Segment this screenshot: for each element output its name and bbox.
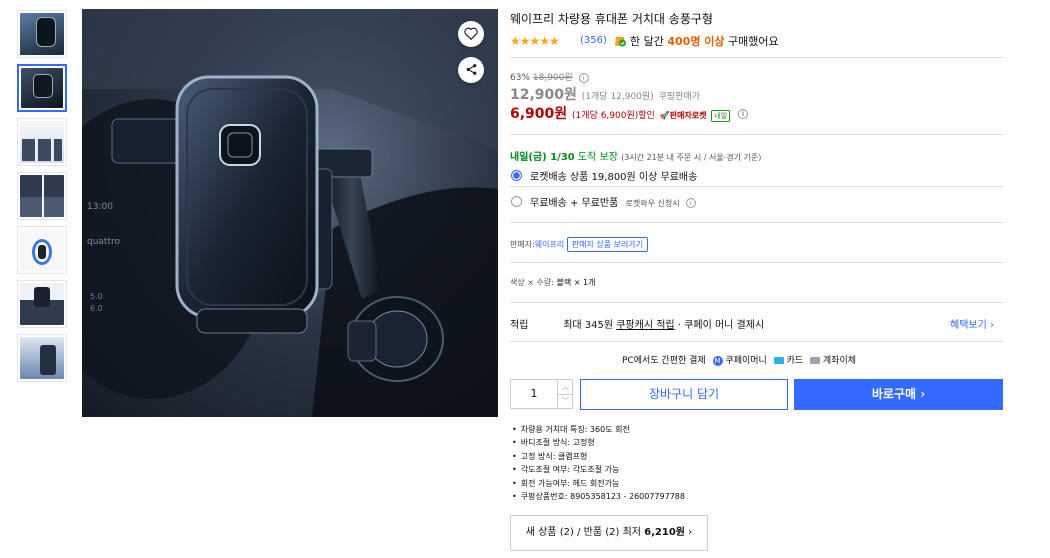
- coupang-cash-link[interactable]: 쿠팡캐시 적립: [616, 320, 674, 331]
- svg-text:13:00: 13:00: [87, 202, 113, 212]
- coupang-price: 12,900원: [510, 87, 577, 103]
- shipping-option-rocket[interactable]: 로켓배송 상품 19,800원 이상 무료배송: [530, 168, 697, 183]
- chevron-right-icon: ›: [920, 387, 926, 401]
- share-button[interactable]: [458, 57, 484, 83]
- chevron-right-icon: ›: [688, 527, 693, 538]
- spec-item: 각도조절 여부: 각도조절 가능: [512, 463, 685, 476]
- add-to-cart-button[interactable]: 장바구니 담기: [580, 379, 788, 410]
- bank-transfer-icon: [810, 357, 821, 364]
- shipping-option-rocket-radio[interactable]: [511, 170, 522, 181]
- spec-item: 회전 가능여부: 헤드 회전가능: [512, 477, 685, 490]
- thumbnail-5[interactable]: [17, 226, 67, 274]
- payment-methods: PC에서도 간편한 결제 M 쿠페이머니 카드 계좌이체: [622, 355, 857, 366]
- coupang-price-line: 12,900원 (1개당 12,900원) 쿠팡판매가: [510, 87, 701, 103]
- heart-icon: [464, 25, 478, 44]
- popular-badge-icon: [613, 33, 627, 47]
- svg-text:5.0: 5.0: [90, 292, 103, 301]
- main-product-image: 13:00 quattro 5.0 6.0: [82, 9, 498, 417]
- info-icon[interactable]: i: [685, 198, 696, 208]
- spec-item: 고정 방식: 클램프형: [512, 450, 685, 463]
- buy-now-button[interactable]: 바로구매 ›: [794, 379, 1003, 410]
- phone-holder-illustration: 13:00 quattro 5.0 6.0: [82, 9, 498, 417]
- info-icon[interactable]: i: [578, 72, 589, 83]
- share-icon: [465, 61, 478, 80]
- original-price: 18,900원: [532, 73, 573, 83]
- discount-rate: 63%: [510, 73, 531, 83]
- divider: [510, 262, 1003, 263]
- svg-text:quattro: quattro: [87, 237, 120, 247]
- divider: [510, 341, 1003, 342]
- spec-item: 쿠팡상품번호: 8905358123 - 26007797788: [512, 490, 685, 503]
- divider: [510, 302, 1003, 303]
- rocket-icon: 🚀: [659, 111, 670, 120]
- rocket-label: 판매자로켓: [669, 111, 707, 120]
- discount-price: 6,900원: [510, 106, 568, 122]
- benefit-button[interactable]: 혜택보기 ›: [950, 316, 994, 331]
- shipping-option-free-radio[interactable]: [511, 196, 522, 207]
- product-title: 웨이프리 차량용 휴대폰 거치대 송풍구형: [510, 12, 713, 26]
- wishlist-button[interactable]: [458, 21, 484, 47]
- divider: [510, 222, 1003, 223]
- arrival-date: 내일(금) 1/30: [510, 152, 575, 163]
- divider: [510, 186, 1003, 187]
- thumbnail-7[interactable]: [17, 334, 67, 382]
- thumbnail-6[interactable]: [17, 280, 67, 328]
- quantity-decrease-button[interactable]: ﹀: [557, 394, 573, 408]
- seller-info: 판매자:웨이프리 판매자 상품 보러가기: [510, 237, 649, 252]
- product-specs: 차량용 거치대 특징: 360도 회전 바디조절 방식: 고정형 고정 방식: …: [512, 423, 685, 503]
- divider: [510, 57, 1003, 58]
- info-icon[interactable]: i: [738, 109, 749, 119]
- quantity-input[interactable]: 1: [510, 379, 558, 409]
- svg-text:6.0: 6.0: [90, 304, 103, 313]
- spec-item: 바디조절 방식: 고정형: [512, 436, 685, 449]
- delivery-guide: (3시간 21분 내 주문 시 / 서울⋅경기 기준): [621, 153, 762, 162]
- monthly-purchases: 한 달간 400명 이상 구매했어요: [630, 35, 779, 48]
- thumbnail-4[interactable]: [17, 172, 67, 220]
- shipping-option-free[interactable]: 무료배송 + 무료반품 로켓와우 신청시 i: [530, 194, 696, 209]
- card-icon: [773, 357, 784, 364]
- thumbnail-3[interactable]: [17, 118, 67, 166]
- seller-name-link[interactable]: 웨이프리: [535, 240, 564, 249]
- chevron-right-icon: ›: [990, 320, 994, 331]
- selected-option: 색상 × 수량: 블랙 × 1개: [510, 278, 596, 287]
- chevron-down-icon: ﹀: [562, 397, 569, 405]
- reward-info: 적립 최대 345원 쿠팡캐시 적립 · 쿠페이 머니 결제시: [510, 320, 765, 331]
- thumbnail-1[interactable]: [17, 10, 67, 58]
- discount-price-line: 6,900원 (1개당 6,900원)할인 🚀판매자로켓 내일 i: [510, 103, 749, 123]
- rating-stars[interactable]: ★★★★★: [510, 34, 560, 48]
- coupay-money-icon: M: [712, 355, 723, 366]
- seller-products-button[interactable]: 판매자 상품 보러가기: [566, 237, 649, 252]
- tomorrow-badge: 내일: [711, 110, 731, 122]
- divider: [510, 134, 1003, 135]
- review-count[interactable]: (356): [580, 35, 607, 46]
- chevron-up-icon: ︿: [562, 383, 569, 391]
- discount-line: 63% 18,900원 i: [510, 70, 589, 83]
- thumbnail-2[interactable]: [17, 64, 67, 112]
- thumbnail-list: [17, 10, 69, 388]
- other-offers-button[interactable]: 새 상품 (2) / 반품 (2) 최저 6,210원 ›: [510, 515, 708, 551]
- delivery-guarantee: 내일(금) 1/30 도착 보장 (3시간 21분 내 주문 시 / 서울⋅경기…: [510, 152, 762, 163]
- quantity-increase-button[interactable]: ︿: [557, 380, 573, 395]
- spec-item: 차량용 거치대 특징: 360도 회전: [512, 423, 685, 436]
